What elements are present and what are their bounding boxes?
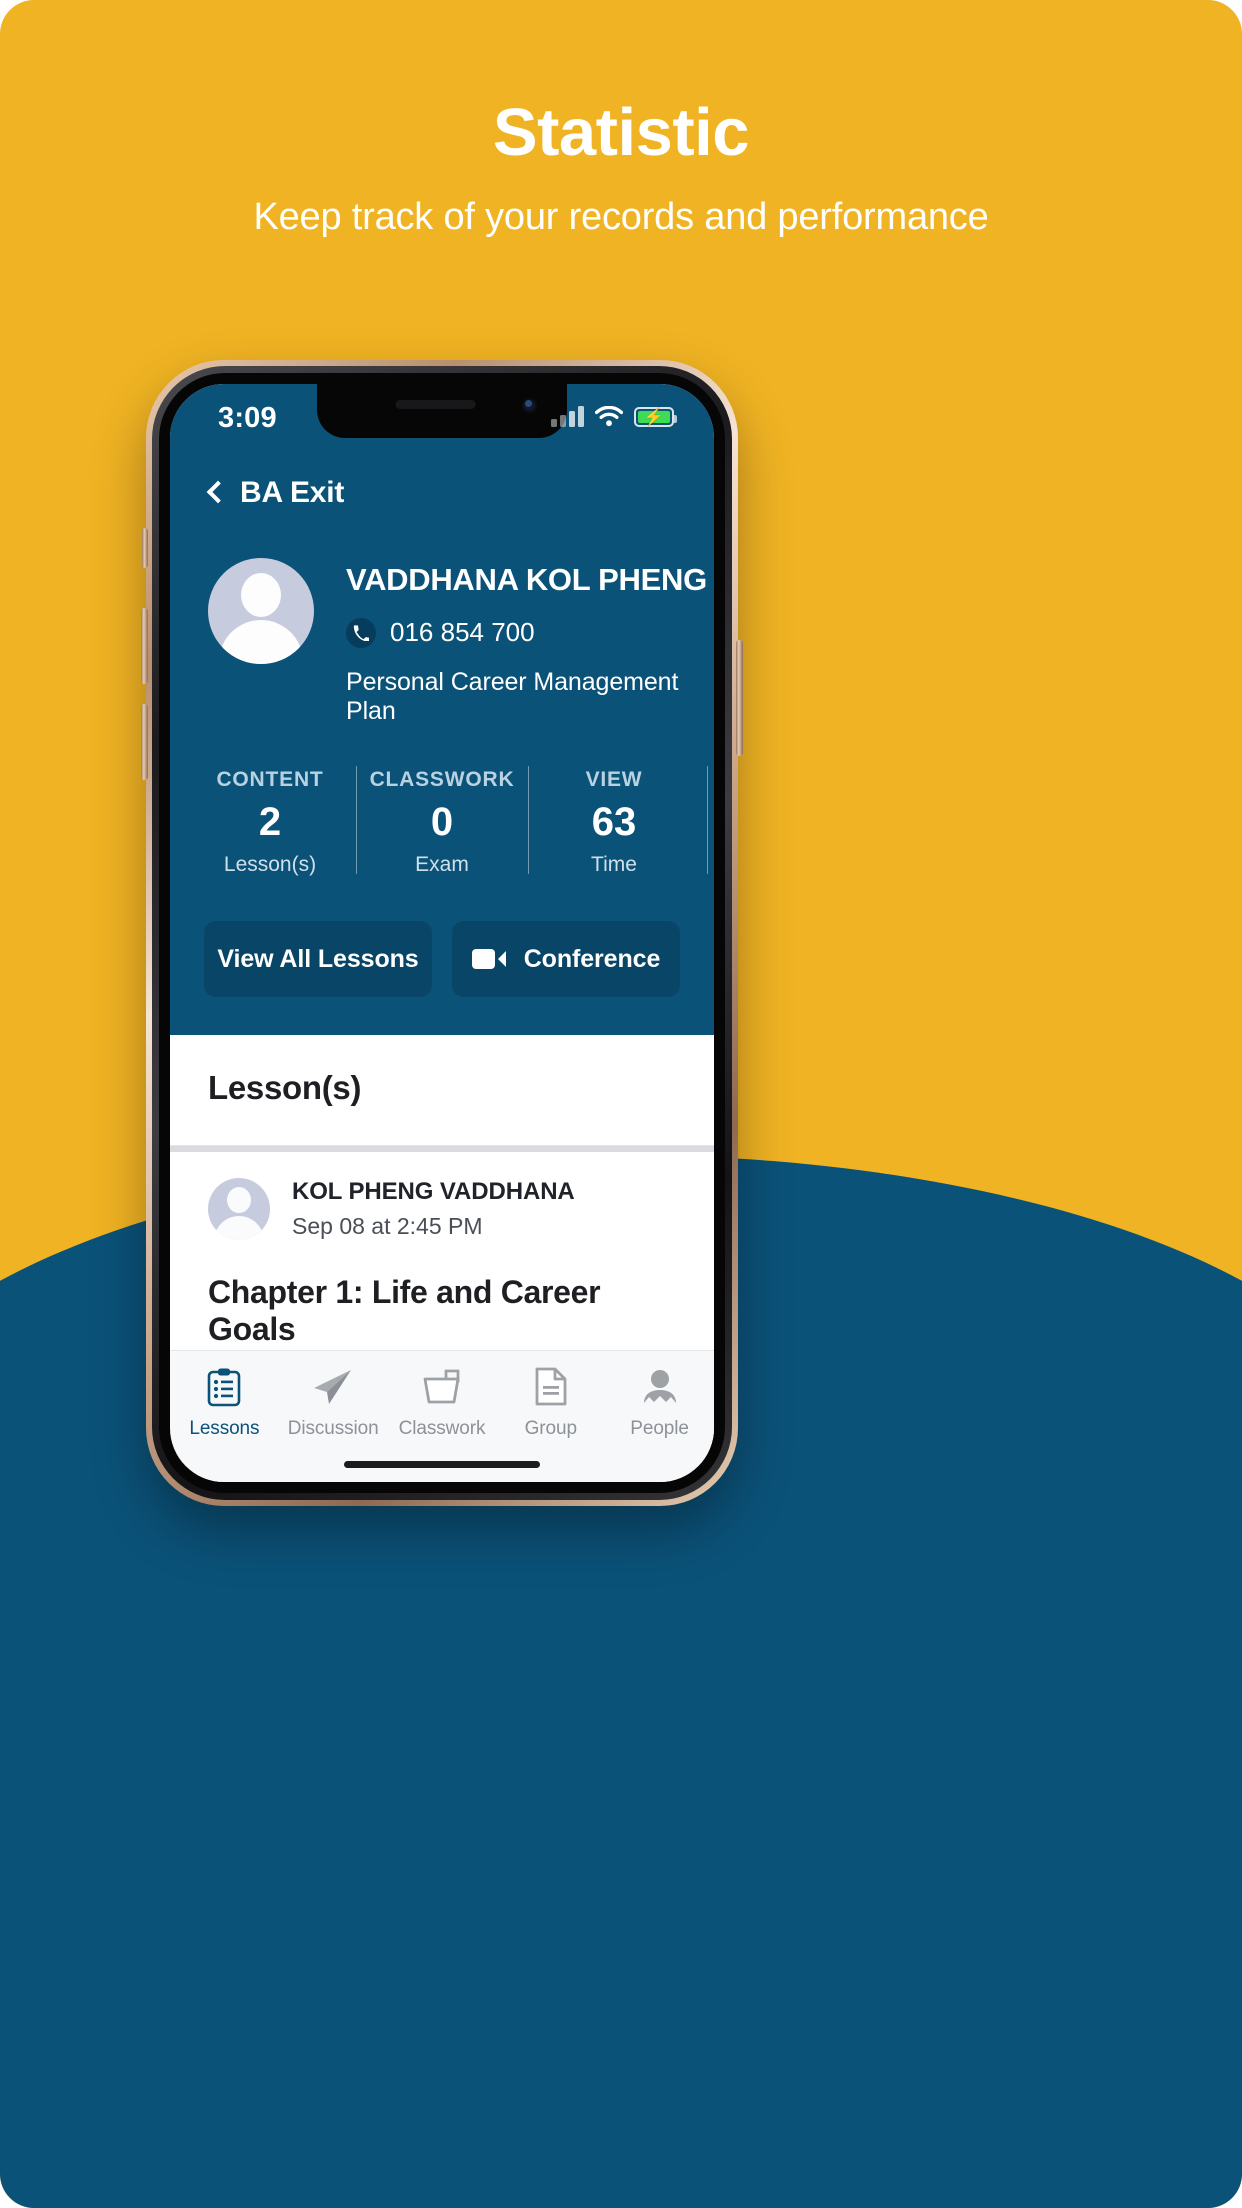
- tab-label: Discussion: [287, 1418, 379, 1439]
- stats-row: CONTENT 2 Lesson(s) CLASSWORK 0 Exam VIE…: [170, 726, 714, 889]
- poster-text-block: Statistic Keep track of your records and…: [0, 95, 1242, 239]
- lessons-section-header: Lesson(s): [170, 1035, 714, 1146]
- paper-plane-icon: [312, 1365, 354, 1409]
- stat-unit: Time: [591, 853, 637, 876]
- cellular-signal-icon: [551, 406, 584, 427]
- volume-down-button[interactable]: [141, 704, 148, 780]
- wifi-icon: [595, 406, 623, 427]
- document-icon: [534, 1365, 568, 1409]
- clipboard-icon: [207, 1365, 241, 1409]
- earpiece-speaker: [395, 400, 476, 409]
- stat-value: 0: [430, 800, 454, 844]
- front-camera-icon: [522, 398, 537, 413]
- status-indicators: ⚡: [551, 406, 677, 427]
- tab-discussion[interactable]: Discussion: [279, 1365, 388, 1440]
- stat-label: CLASSWORK: [369, 768, 515, 791]
- stat-classwork: CLASSWORK 0 Exam: [356, 764, 528, 889]
- status-bar: 3:09 ⚡: [170, 384, 714, 462]
- profile-phone-row[interactable]: 016 854 700: [346, 617, 707, 648]
- section-title: Lesson(s): [208, 1069, 362, 1106]
- profile-phone: 016 854 700: [390, 617, 535, 647]
- navbar: BA Exit: [170, 462, 714, 526]
- device-notch: [317, 384, 567, 438]
- power-button[interactable]: [736, 640, 743, 756]
- status-time: 3:09: [218, 402, 277, 434]
- tab-classwork[interactable]: Classwork: [388, 1365, 497, 1440]
- view-all-lessons-button[interactable]: View All Lessons: [204, 921, 432, 997]
- conference-label: Conference: [523, 944, 661, 973]
- app-header: 3:09 ⚡ BA Exit VADDHANA KOL PHENG 016 85…: [170, 384, 714, 1035]
- page-title: Statistic: [492, 95, 750, 170]
- tab-label: Lessons: [189, 1418, 260, 1439]
- tab-people[interactable]: People: [605, 1365, 714, 1440]
- page-subtitle: Keep track of your records and performan…: [253, 196, 989, 239]
- tab-label: Group: [524, 1418, 577, 1439]
- conference-button[interactable]: Conference: [452, 921, 680, 997]
- phone-mockup: 3:09 ⚡ BA Exit VADDHANA KOL PHENG 016 85…: [141, 360, 743, 1506]
- post-author: KOL PHENG VADDHANA: [292, 1178, 575, 1205]
- stat-unit: Lesson(s): [223, 853, 317, 876]
- home-indicator[interactable]: [344, 1461, 540, 1468]
- stat-label: CONTENT: [216, 768, 324, 791]
- action-buttons: View All Lessons Conference: [170, 889, 714, 1035]
- stat-value: 2: [258, 800, 282, 844]
- video-camera-icon: [471, 948, 506, 970]
- phone-icon: [346, 617, 376, 648]
- stat-value: 63: [591, 800, 637, 844]
- post-timestamp: Sep 08 at 2:45 PM: [292, 1213, 483, 1239]
- folder-icon: [422, 1365, 462, 1409]
- stat-unit: Exam: [415, 853, 469, 876]
- stat-content: CONTENT 2 Lesson(s): [184, 764, 356, 889]
- tab-label: People: [630, 1418, 689, 1439]
- avatar[interactable]: [208, 558, 314, 664]
- silent-switch[interactable]: [142, 528, 148, 568]
- stat-view: VIEW 63 Time: [528, 764, 708, 889]
- view-all-lessons-label: View All Lessons: [217, 944, 419, 973]
- poster-canvas: Statistic Keep track of your records and…: [0, 0, 1242, 2208]
- navbar-title[interactable]: BA Exit: [240, 476, 344, 510]
- post-header: KOL PHENG VADDHANA Sep 08 at 2:45 PM: [208, 1178, 676, 1240]
- list-item[interactable]: KOL PHENG VADDHANA Sep 08 at 2:45 PM Cha…: [170, 1152, 714, 1378]
- tab-lessons[interactable]: Lessons: [170, 1365, 279, 1440]
- profile-subtitle: Personal Career Management Plan: [346, 668, 679, 725]
- person-icon: [641, 1365, 679, 1409]
- chevron-left-icon[interactable]: [206, 480, 230, 504]
- phone-screen: 3:09 ⚡ BA Exit VADDHANA KOL PHENG 016 85…: [170, 384, 714, 1482]
- stat-label: VIEW: [585, 768, 643, 791]
- volume-up-button[interactable]: [141, 608, 148, 684]
- tab-group[interactable]: Group: [496, 1365, 605, 1440]
- avatar[interactable]: [208, 1178, 270, 1240]
- battery-charging-icon: ⚡: [634, 406, 677, 427]
- profile-name: VADDHANA KOL PHENG: [346, 562, 707, 597]
- profile-header: VADDHANA KOL PHENG 016 854 700 Personal …: [170, 526, 714, 726]
- tab-label: Classwork: [398, 1418, 486, 1439]
